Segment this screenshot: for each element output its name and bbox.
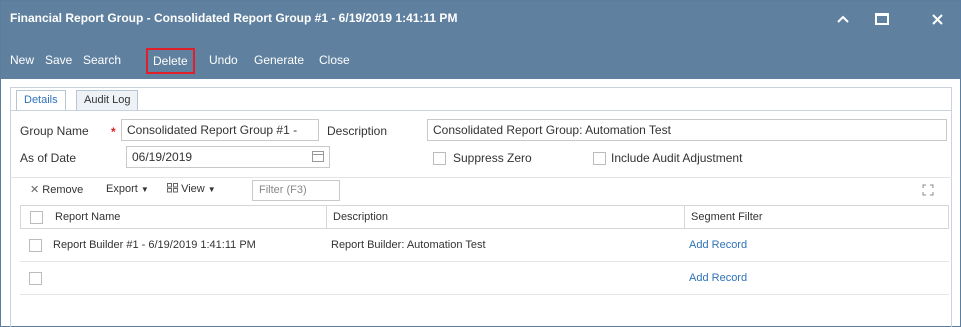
export-button[interactable]: Export ▼ (106, 183, 149, 195)
expand-icon[interactable] (922, 184, 934, 196)
description-cell: Report Builder: Automation Test (331, 239, 486, 251)
grid-view-icon (167, 183, 178, 193)
column-header-report-name[interactable]: Report Name (49, 206, 120, 228)
grid-toolbar: ✕ Remove Export ▼ View ▼ Filter (F3) (10, 177, 952, 202)
add-record-link[interactable]: Add Record (689, 239, 747, 251)
financial-report-group-window: Financial Report Group - Consolidated Re… (0, 0, 961, 327)
delete-button[interactable]: Delete (146, 48, 195, 74)
grid-header: Report Name Description Segment Filter (20, 205, 949, 229)
column-header-segment-filter[interactable]: Segment Filter (685, 206, 763, 228)
search-button[interactable]: Search (81, 50, 123, 70)
main-toolbar: New Save Search Delete Undo Generate Clo… (1, 37, 960, 79)
table-row[interactable]: Report Builder #1 - 6/19/2019 1:41:11 PM… (20, 229, 949, 262)
tab-audit-log[interactable]: Audit Log (76, 90, 139, 111)
add-record-link[interactable]: Add Record (689, 272, 747, 284)
suppress-zero-checkbox[interactable] (433, 152, 446, 165)
view-button[interactable]: View ▼ (167, 183, 216, 195)
select-all-checkbox[interactable] (30, 211, 43, 224)
tab-divider (11, 110, 951, 111)
close-icon (931, 13, 943, 25)
view-dropdown-icon: ▼ (207, 185, 216, 194)
as-of-date-field[interactable]: 06/19/2019 (126, 146, 330, 168)
description-field[interactable]: Consolidated Report Group: Automation Te… (427, 119, 947, 141)
generate-button[interactable]: Generate (252, 50, 306, 70)
save-button[interactable]: Save (43, 50, 74, 70)
collapse-button[interactable] (823, 1, 863, 37)
export-label: Export (106, 183, 138, 195)
undo-button[interactable]: Undo (207, 50, 240, 70)
calendar-icon[interactable] (312, 151, 324, 162)
export-dropdown-icon: ▼ (140, 185, 149, 194)
remove-icon: ✕ (30, 184, 40, 196)
row-checkbox[interactable] (29, 272, 42, 285)
as-of-date-value: 06/19/2019 (132, 150, 193, 164)
close-window-button[interactable] (917, 1, 957, 37)
new-button[interactable]: New (8, 50, 36, 70)
close-button[interactable]: Close (317, 50, 352, 70)
report-name-cell: Report Builder #1 - 6/19/2019 1:41:11 PM (53, 239, 256, 251)
group-name-field[interactable]: Consolidated Report Group #1 - (121, 119, 319, 141)
title-bar: Financial Report Group - Consolidated Re… (1, 1, 960, 37)
remove-button[interactable]: ✕ Remove (30, 183, 83, 196)
include-audit-adjustment-checkbox[interactable] (593, 152, 606, 165)
required-marker: * (111, 125, 116, 139)
description-label: Description (327, 124, 388, 138)
suppress-zero-label: Suppress Zero (453, 151, 532, 165)
tab-details[interactable]: Details (16, 90, 66, 111)
window-title: Financial Report Group - Consolidated Re… (10, 11, 458, 25)
chevron-up-icon (837, 15, 849, 23)
column-header-description[interactable]: Description (327, 206, 388, 228)
maximize-icon (875, 13, 889, 25)
view-label: View (181, 183, 205, 195)
filter-input[interactable]: Filter (F3) (252, 180, 340, 201)
maximize-button[interactable] (862, 1, 902, 37)
group-name-label: Group Name (20, 124, 89, 138)
include-audit-adjustment-label: Include Audit Adjustment (611, 151, 743, 165)
table-row[interactable]: Add Record (20, 262, 949, 295)
as-of-date-label: As of Date (20, 151, 77, 165)
row-checkbox[interactable] (29, 239, 42, 252)
remove-label: Remove (42, 184, 84, 196)
